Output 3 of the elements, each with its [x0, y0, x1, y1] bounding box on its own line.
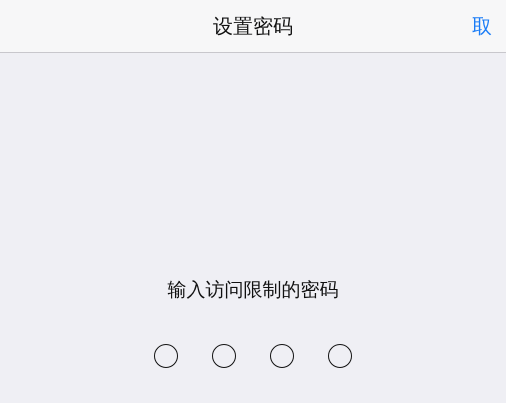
- screen-title: 设置密码: [213, 12, 293, 40]
- passcode-prompt: 输入访问限制的密码: [168, 278, 338, 303]
- cancel-link[interactable]: 取: [472, 12, 492, 40]
